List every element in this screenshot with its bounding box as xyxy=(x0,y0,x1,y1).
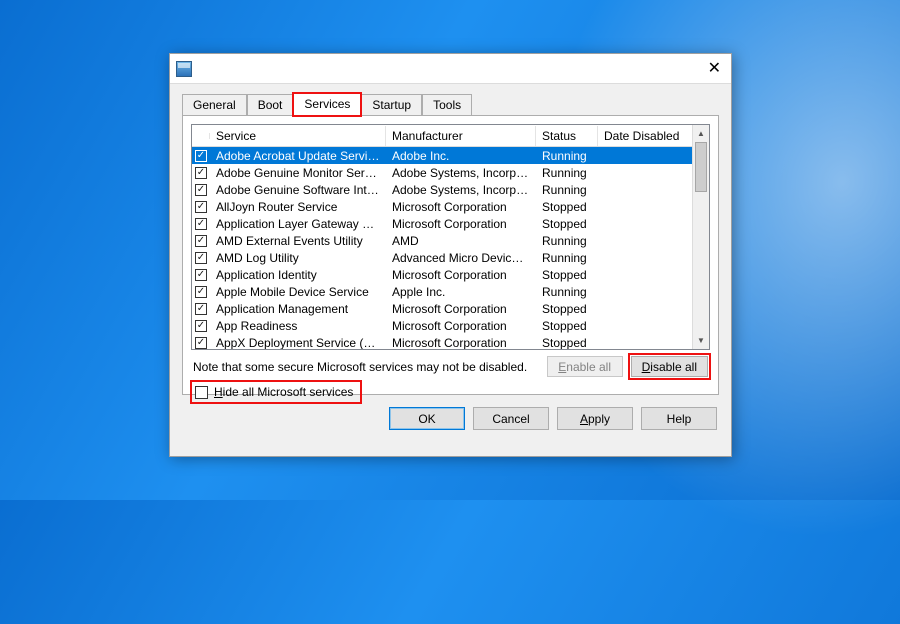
cell-manufacturer: Microsoft Corporation xyxy=(386,319,536,333)
table-row[interactable]: ✓AMD Log UtilityAdvanced Micro Devices, … xyxy=(192,249,709,266)
tab-general[interactable]: General xyxy=(182,94,247,116)
cell-manufacturer: Microsoft Corporation xyxy=(386,336,536,350)
scroll-track[interactable] xyxy=(693,142,709,332)
row-checkbox[interactable]: ✓ xyxy=(195,218,207,230)
cell-service: Adobe Genuine Monitor Service xyxy=(210,166,386,180)
row-checkbox[interactable]: ✓ xyxy=(195,235,207,247)
scroll-up-icon[interactable]: ▲ xyxy=(693,125,709,142)
ok-button[interactable]: OK xyxy=(389,407,465,430)
scroll-thumb[interactable] xyxy=(695,142,707,192)
table-row[interactable]: ✓Adobe Genuine Monitor ServiceAdobe Syst… xyxy=(192,164,709,181)
table-row[interactable]: ✓AllJoyn Router ServiceMicrosoft Corpora… xyxy=(192,198,709,215)
cell-service: AppX Deployment Service (AppX... xyxy=(210,336,386,350)
cell-service: AMD Log Utility xyxy=(210,251,386,265)
cell-service: Adobe Acrobat Update Service xyxy=(210,149,386,163)
cell-status: Running xyxy=(536,234,598,248)
cancel-button[interactable]: Cancel xyxy=(473,407,549,430)
row-checkbox[interactable]: ✓ xyxy=(195,320,207,332)
app-icon xyxy=(176,61,192,77)
help-button[interactable]: Help xyxy=(641,407,717,430)
cell-service: Application Layer Gateway Service xyxy=(210,217,386,231)
titlebar: ✕ xyxy=(170,54,731,84)
disable-all-rest: isable all xyxy=(650,360,697,374)
row-checkbox[interactable]: ✓ xyxy=(195,303,207,315)
table-row[interactable]: ✓App ReadinessMicrosoft CorporationStopp… xyxy=(192,317,709,334)
cell-status: Stopped xyxy=(536,336,598,350)
row-checkbox[interactable]: ✓ xyxy=(195,286,207,298)
col-status[interactable]: Status xyxy=(536,126,598,146)
dialog-button-row: OK Cancel Apply Help xyxy=(170,403,731,440)
cell-service: AMD External Events Utility xyxy=(210,234,386,248)
cell-status: Running xyxy=(536,149,598,163)
table-row[interactable]: ✓Application ManagementMicrosoft Corpora… xyxy=(192,300,709,317)
cell-service: App Readiness xyxy=(210,319,386,333)
table-row[interactable]: ✓AMD External Events UtilityAMDRunning xyxy=(192,232,709,249)
disable-all-button[interactable]: Disable all xyxy=(631,356,708,377)
table-row[interactable]: ✓Adobe Genuine Software Integri...Adobe … xyxy=(192,181,709,198)
hide-microsoft-label: Hide all Microsoft services xyxy=(214,385,353,399)
row-checkbox[interactable]: ✓ xyxy=(195,337,207,349)
cell-status: Stopped xyxy=(536,319,598,333)
row-checkbox[interactable]: ✓ xyxy=(195,167,207,179)
cell-status: Running xyxy=(536,285,598,299)
cell-status: Stopped xyxy=(536,302,598,316)
cell-manufacturer: Microsoft Corporation xyxy=(386,217,536,231)
col-manufacturer[interactable]: Manufacturer xyxy=(386,126,536,146)
table-row[interactable]: ✓AppX Deployment Service (AppX...Microso… xyxy=(192,334,709,349)
cell-service: Application Identity xyxy=(210,268,386,282)
cell-manufacturer: AMD xyxy=(386,234,536,248)
hide-microsoft-services-control[interactable]: Hide all Microsoft services xyxy=(193,383,359,401)
cell-service: Application Management xyxy=(210,302,386,316)
msconfig-dialog: ✕ GeneralBootServicesStartupTools Servic… xyxy=(169,53,732,457)
table-row[interactable]: ✓Apple Mobile Device ServiceApple Inc.Ru… xyxy=(192,283,709,300)
secure-services-note: Note that some secure Microsoft services… xyxy=(193,360,527,374)
cell-manufacturer: Microsoft Corporation xyxy=(386,200,536,214)
cell-status: Running xyxy=(536,251,598,265)
col-service[interactable]: Service xyxy=(210,126,386,146)
tab-services[interactable]: Services xyxy=(293,93,361,116)
cell-service: AllJoyn Router Service xyxy=(210,200,386,214)
hide-microsoft-checkbox[interactable] xyxy=(195,386,208,399)
tab-tools[interactable]: Tools xyxy=(422,94,472,116)
cell-manufacturer: Apple Inc. xyxy=(386,285,536,299)
cell-status: Running xyxy=(536,183,598,197)
row-checkbox[interactable]: ✓ xyxy=(195,252,207,264)
tabstrip: GeneralBootServicesStartupTools xyxy=(170,84,731,115)
cell-manufacturer: Microsoft Corporation xyxy=(386,302,536,316)
cell-manufacturer: Advanced Micro Devices, I... xyxy=(386,251,536,265)
cell-service: Apple Mobile Device Service xyxy=(210,285,386,299)
cell-status: Stopped xyxy=(536,200,598,214)
col-date-disabled[interactable]: Date Disabled xyxy=(598,126,690,146)
services-listview[interactable]: Service Manufacturer Status Date Disable… xyxy=(191,124,710,350)
cell-status: Stopped xyxy=(536,217,598,231)
apply-button[interactable]: Apply xyxy=(557,407,633,430)
cell-manufacturer: Adobe Systems, Incorpora... xyxy=(386,166,536,180)
close-icon[interactable]: ✕ xyxy=(708,61,721,77)
table-row[interactable]: ✓Application Layer Gateway ServiceMicros… xyxy=(192,215,709,232)
cell-status: Running xyxy=(536,166,598,180)
tab-boot[interactable]: Boot xyxy=(247,94,294,116)
tab-startup[interactable]: Startup xyxy=(361,94,422,116)
disable-all-mnemonic: D xyxy=(642,360,651,374)
scroll-down-icon[interactable]: ▼ xyxy=(693,332,709,349)
listview-body: ✓Adobe Acrobat Update ServiceAdobe Inc.R… xyxy=(192,147,709,349)
services-tab-panel: Service Manufacturer Status Date Disable… xyxy=(182,115,719,395)
cell-status: Stopped xyxy=(536,268,598,282)
row-checkbox[interactable]: ✓ xyxy=(195,269,207,281)
row-checkbox[interactable]: ✓ xyxy=(195,201,207,213)
row-checkbox[interactable]: ✓ xyxy=(195,184,207,196)
table-row[interactable]: ✓Application IdentityMicrosoft Corporati… xyxy=(192,266,709,283)
cell-service: Adobe Genuine Software Integri... xyxy=(210,183,386,197)
vertical-scrollbar[interactable]: ▲ ▼ xyxy=(692,125,709,349)
cell-manufacturer: Adobe Systems, Incorpora... xyxy=(386,183,536,197)
listview-header[interactable]: Service Manufacturer Status Date Disable… xyxy=(192,125,709,147)
cell-manufacturer: Microsoft Corporation xyxy=(386,268,536,282)
row-checkbox[interactable]: ✓ xyxy=(195,150,207,162)
table-row[interactable]: ✓Adobe Acrobat Update ServiceAdobe Inc.R… xyxy=(192,147,709,164)
cell-manufacturer: Adobe Inc. xyxy=(386,149,536,163)
enable-all-rest: nable all xyxy=(566,360,611,374)
enable-all-button[interactable]: Enable all xyxy=(547,356,623,377)
